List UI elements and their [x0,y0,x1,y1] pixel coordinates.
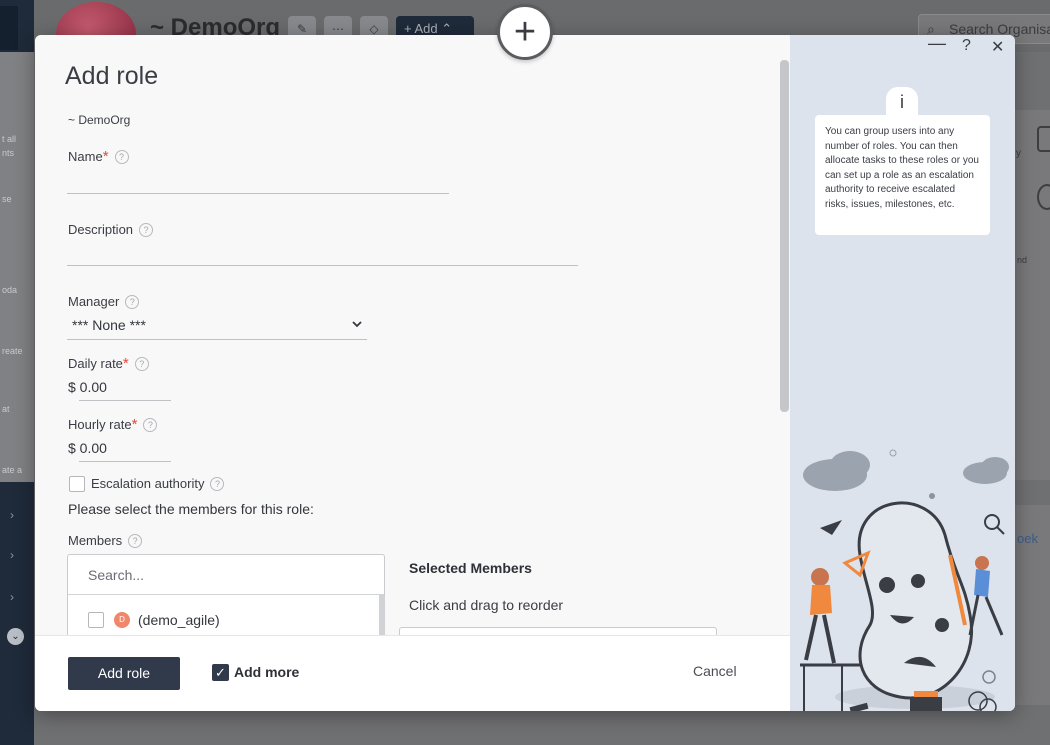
members-label: Members? [68,533,143,548]
bg-text: nd [1017,255,1028,265]
form-scrollbar[interactable] [780,60,789,412]
minimize-icon[interactable]: — [928,35,946,54]
role-form: Add role ~ DemoOrg Name*? Description? M… [35,35,790,657]
help-icon[interactable]: ? [114,150,129,164]
chevron-right-icon[interactable]: › [10,508,14,522]
chevron-right-icon[interactable]: › [10,548,14,562]
members-search-input[interactable]: Search... [68,555,384,595]
add-plus-icon[interactable]: + [497,4,553,60]
escalation-label: Escalation authority? [91,476,225,491]
hourly-rate-label-text: Hourly rate [68,417,132,432]
name-label: Name*? [68,148,129,165]
bg-text: se [2,194,12,204]
bg-text: oda [2,285,18,295]
help-icon[interactable]: ? [139,223,154,237]
member-name: (demo_agile) [138,612,220,628]
add-role-modal: Add role ~ DemoOrg Name*? Description? M… [35,35,1015,711]
clock-icon [1037,184,1050,210]
required-marker: * [131,416,138,433]
background-right-card: y nd [1015,110,1050,480]
escalation-label-text: Escalation authority [91,476,205,491]
background-right-bottom: oek [1015,505,1050,705]
add-more-checkbox[interactable]: ✓ [212,664,229,681]
bg-text: y [1016,148,1021,159]
help-icon[interactable]: ? [962,37,971,55]
chevron-down-icon[interactable] [351,317,363,331]
daily-rate-input[interactable]: $ 0.00 [68,379,107,395]
chevron-down-icon[interactable]: ⌄ [7,628,24,645]
daily-rate-label: Daily rate*? [68,355,149,372]
required-marker: * [122,355,129,372]
help-side-panel: — ? ✕ i You can group users into any num… [790,35,1015,711]
manager-label-text: Manager [68,294,120,309]
hourly-rate-input[interactable]: $ 0.00 [68,440,107,456]
add-more-label[interactable]: Add more [234,664,299,680]
selected-members-hint: Click and drag to reorder [409,597,564,613]
manager-select[interactable] [67,339,367,340]
hourly-rate-label: Hourly rate*? [68,416,158,433]
background-side-panel: t all nts se oda reate at ate a [0,52,34,482]
add-role-button[interactable]: Add role [68,657,180,690]
header-add-label: Add [414,21,438,36]
name-input[interactable] [67,193,449,194]
hourly-rate-underline [79,461,171,462]
modal-title: Add role [65,62,159,90]
org-name: ~ DemoOrg [68,113,131,127]
member-checkbox[interactable] [88,612,104,628]
help-icon[interactable]: ? [134,357,149,371]
bg-text: t all [2,134,17,144]
avatar: D [114,612,130,628]
help-icon[interactable]: ? [125,295,140,309]
help-icon[interactable]: ? [210,477,225,491]
bg-text: ate a [2,465,23,475]
list-item[interactable]: D (demo_agile) [88,611,368,631]
illustration-image [800,449,1009,711]
bg-link[interactable]: oek [1017,531,1038,546]
daily-rate-underline [79,400,171,401]
close-icon[interactable]: ✕ [991,37,1004,57]
selected-members-title: Selected Members [409,560,532,576]
escalation-checkbox[interactable] [69,476,85,492]
description-input[interactable] [67,265,578,266]
members-instruction: Please select the members for this role: [68,501,314,517]
modal-footer: Add role ✓ Add more Cancel [35,635,790,711]
description-label-text: Description [68,222,134,237]
bg-text: at [2,404,10,414]
manager-select-value[interactable]: *** None *** [72,317,146,333]
cancel-button[interactable]: Cancel [693,663,737,679]
sidebar-active-tab[interactable] [0,6,18,50]
help-icon[interactable]: ? [143,418,158,432]
manager-label: Manager? [68,294,140,309]
info-text: You can group users into any number of r… [815,115,990,235]
bg-text: reate [2,346,23,356]
bg-text: nts [2,148,15,158]
description-label: Description? [68,222,154,237]
daily-rate-label-text: Daily rate [68,356,123,371]
chevron-right-icon[interactable]: › [10,590,14,604]
name-label-text: Name [68,149,103,164]
required-marker: * [102,148,109,165]
help-icon[interactable]: ? [128,534,143,548]
calendar-icon [1037,126,1050,152]
members-label-text: Members [68,533,123,548]
